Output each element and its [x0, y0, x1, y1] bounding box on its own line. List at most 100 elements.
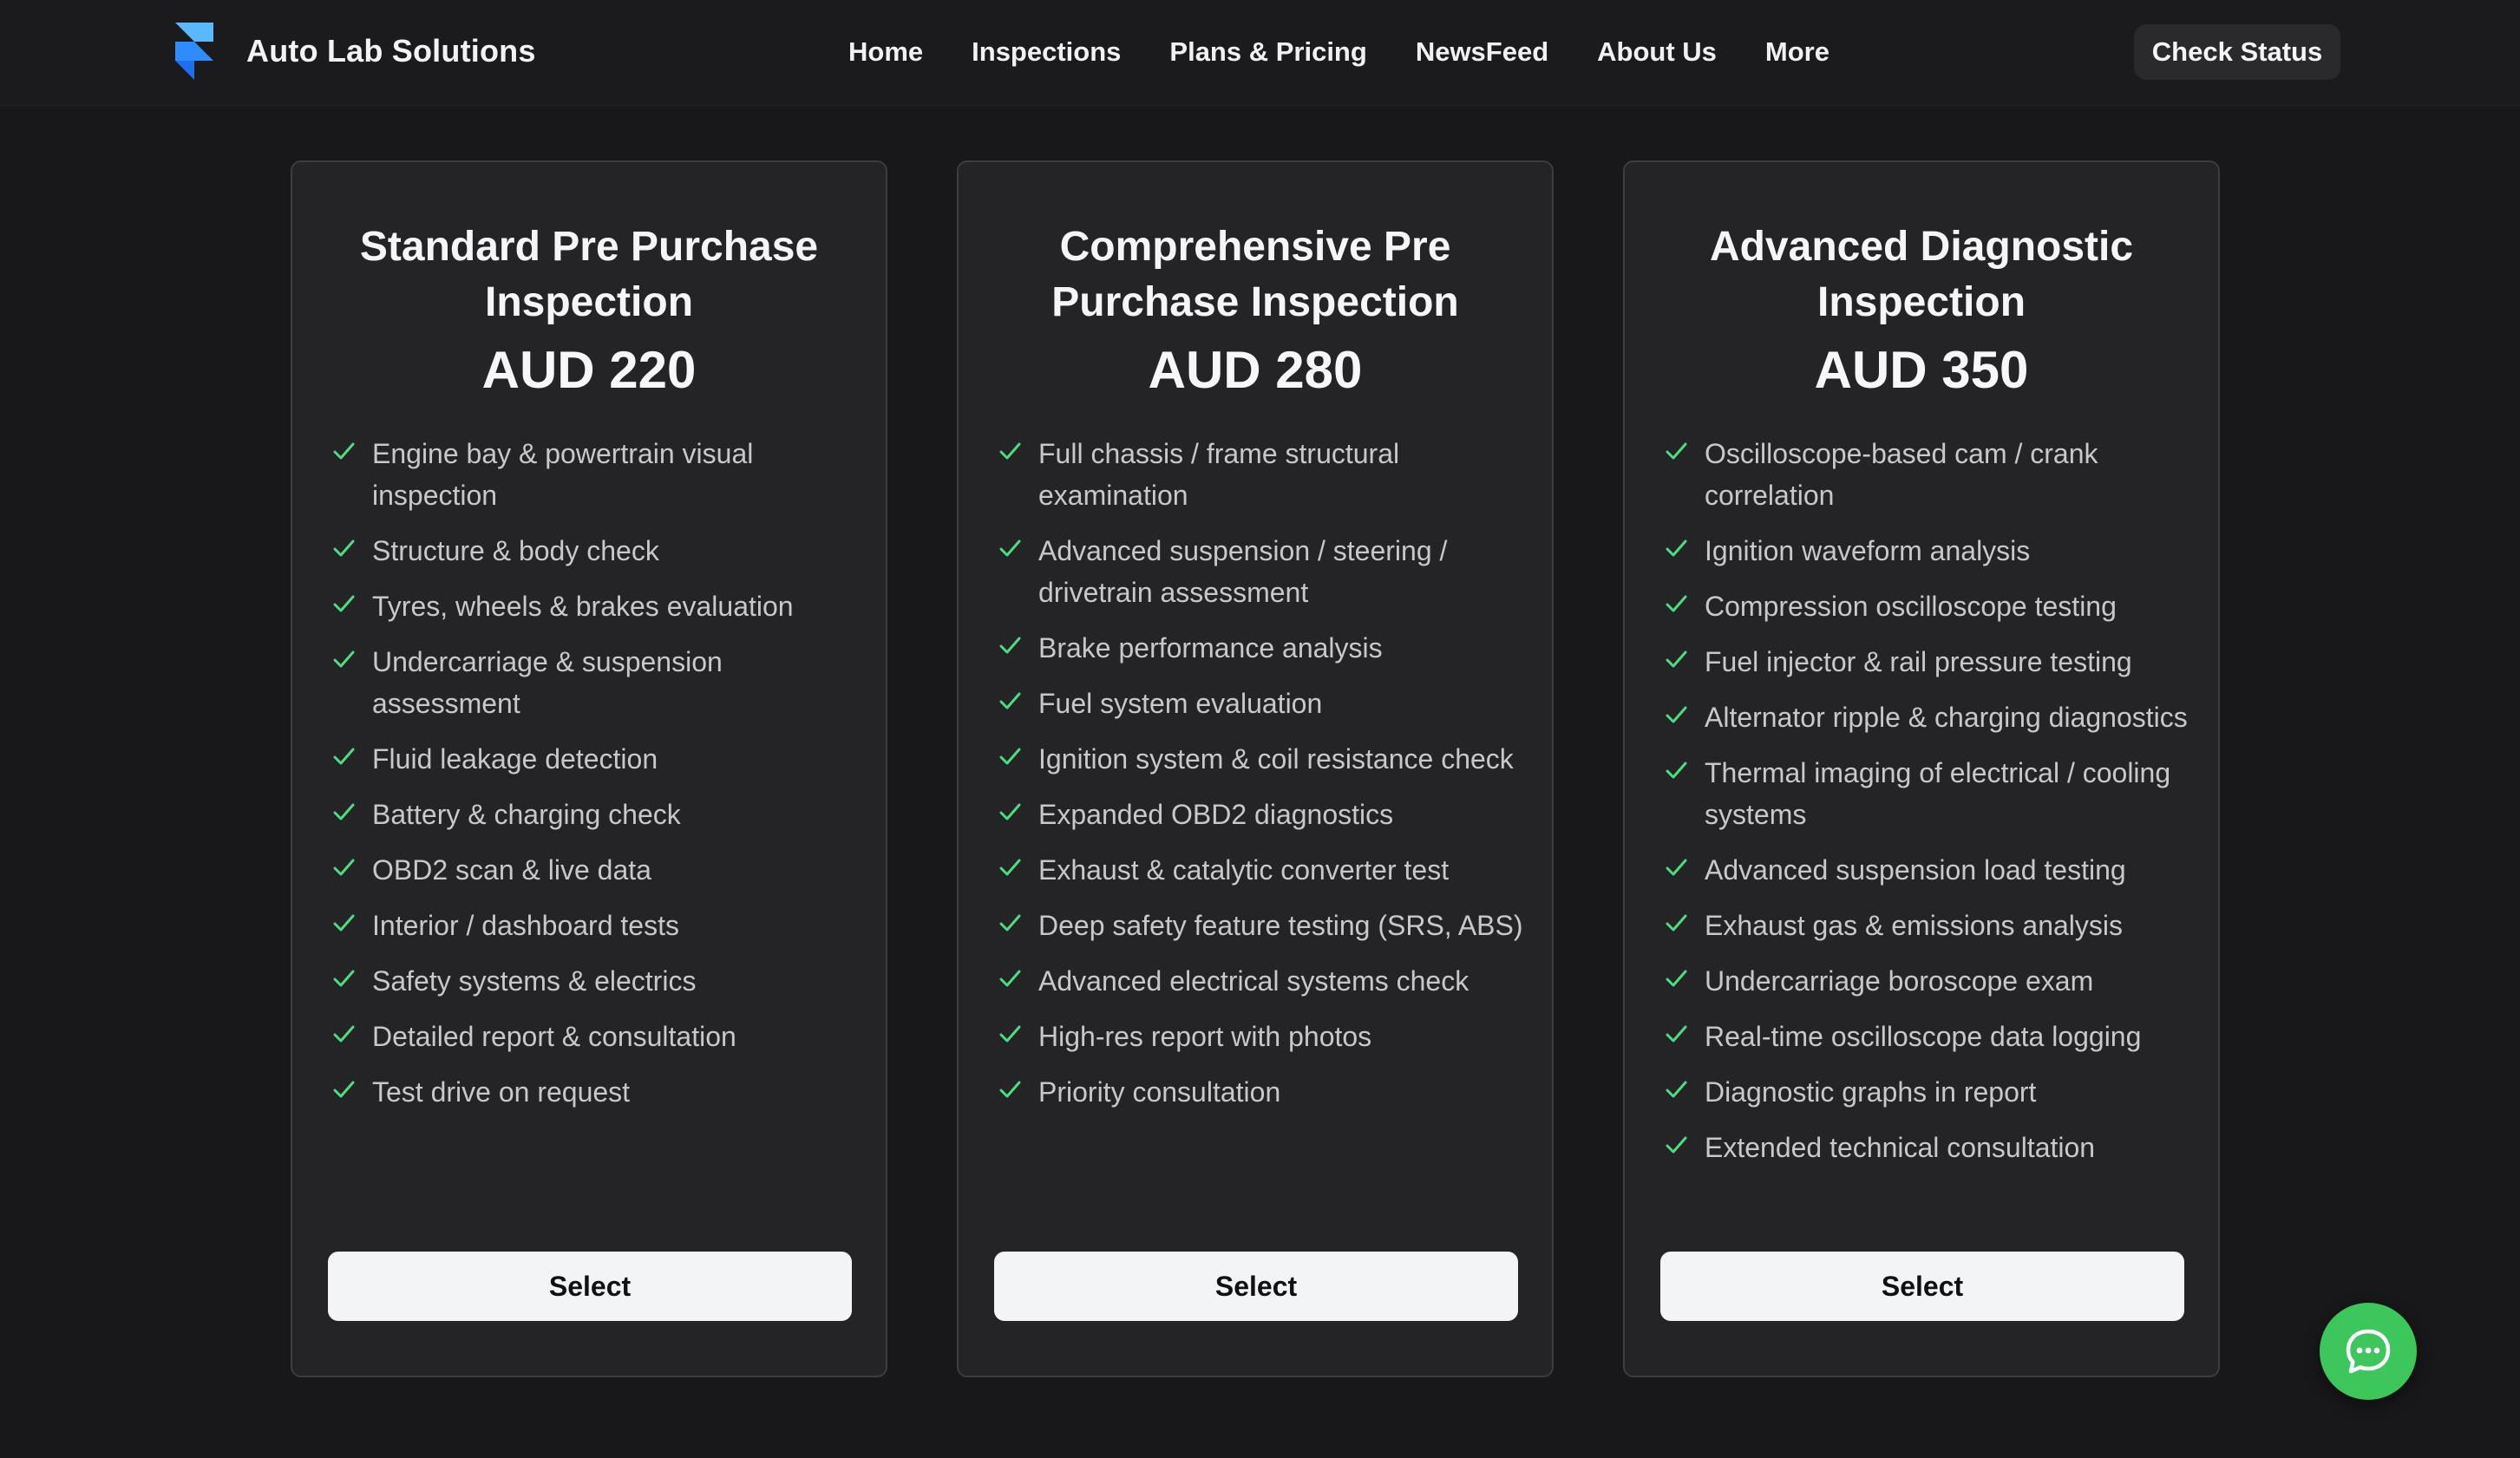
check-icon: [1663, 585, 1691, 627]
select-plan-button[interactable]: Select: [328, 1252, 852, 1321]
plan-feature-item: Detailed report & consultation: [331, 1016, 860, 1057]
plan-feature-item: Fuel system evaluation: [997, 683, 1526, 724]
nav-inspections[interactable]: Inspections: [972, 36, 1121, 68]
check-icon: [1663, 530, 1691, 572]
plan-feature-item: Fuel injector & rail pressure testing: [1663, 641, 2192, 683]
check-icon: [1663, 641, 1691, 683]
plan-feature-text: Extended technical consultation: [1705, 1132, 2096, 1163]
check-icon: [331, 905, 358, 946]
plan-feature-text: Exhaust & catalytic converter test: [1038, 854, 1450, 886]
check-icon: [1663, 1127, 1691, 1168]
plan-feature-text: Detailed report & consultation: [372, 1021, 736, 1052]
plan-feature-item: Compression oscilloscope testing: [1663, 585, 2192, 627]
plan-feature-text: Advanced suspension / steering / drivetr…: [1038, 535, 1448, 608]
chat-button[interactable]: [2320, 1303, 2417, 1400]
plan-card-comprehensive: Comprehensive Pre Purchase Inspection AU…: [957, 160, 1554, 1377]
check-icon: [997, 683, 1024, 724]
plan-feature-item: Brake performance analysis: [997, 627, 1526, 669]
plan-feature-text: Undercarriage boroscope exam: [1705, 965, 2094, 997]
pricing-page: Auto Lab Solutions Home Inspections Plan…: [0, 0, 2520, 1458]
plan-feature-text: Ignition waveform analysis: [1705, 535, 2031, 566]
plan-card-standard: Standard Pre Purchase Inspection AUD 220…: [291, 160, 887, 1377]
nav-newsfeed[interactable]: NewsFeed: [1416, 36, 1548, 68]
check-icon: [997, 849, 1024, 891]
plan-feature-item: Fluid leakage detection: [331, 738, 860, 780]
plan-feature-text: Ignition system & coil resistance check: [1038, 743, 1514, 775]
plan-feature-item: Extended technical consultation: [1663, 1127, 2192, 1168]
check-icon: [331, 849, 358, 891]
plan-feature-text: Exhaust gas & emissions analysis: [1705, 910, 2123, 941]
plan-title: Standard Pre Purchase Inspection: [359, 224, 819, 325]
plan-feature-item: Ignition waveform analysis: [1663, 530, 2192, 572]
check-icon: [1663, 960, 1691, 1002]
check-icon: [1663, 752, 1691, 794]
check-icon: [331, 738, 358, 780]
check-icon: [331, 585, 358, 627]
check-icon: [997, 905, 1024, 946]
check-icon: [331, 1016, 358, 1057]
plan-feature-text: Fluid leakage detection: [372, 743, 658, 775]
check-icon: [997, 794, 1024, 835]
plan-feature-item: Ignition system & coil resistance check: [997, 738, 1526, 780]
check-icon: [331, 530, 358, 572]
check-icon: [997, 738, 1024, 780]
plan-feature-item: Alternator ripple & charging diagnostics: [1663, 696, 2192, 738]
framer-logo-icon: [175, 23, 213, 80]
plan-feature-text: Thermal imaging of electrical / cooling …: [1705, 757, 2171, 830]
check-status-button[interactable]: Check Status: [2134, 24, 2340, 80]
plan-feature-item: High-res report with photos: [997, 1016, 1526, 1057]
plan-feature-item: Engine bay & powertrain visual inspectio…: [331, 433, 860, 516]
nav-plans-pricing[interactable]: Plans & Pricing: [1169, 36, 1366, 68]
plan-feature-text: Test drive on request: [372, 1076, 631, 1108]
check-icon: [331, 960, 358, 1002]
chat-bubble-icon: [2346, 1329, 2391, 1374]
plan-feature-text: Deep safety feature testing (SRS, ABS): [1038, 910, 1523, 941]
brand-name: Auto Lab Solutions: [246, 33, 536, 69]
check-icon: [1663, 1016, 1691, 1057]
plan-feature-text: Structure & body check: [372, 535, 659, 566]
plan-feature-item: Priority consultation: [997, 1071, 1526, 1113]
plan-feature-text: Alternator ripple & charging diagnostics: [1705, 702, 2188, 733]
check-icon: [331, 1071, 358, 1113]
plan-feature-text: Oscilloscope-based cam / crank correlati…: [1705, 438, 2098, 511]
plan-feature-item: Oscilloscope-based cam / crank correlati…: [1663, 433, 2192, 516]
plan-feature-item: Full chassis / frame structural examinat…: [997, 433, 1526, 516]
check-icon: [331, 433, 358, 474]
plan-feature-item: Exhaust & catalytic converter test: [997, 849, 1526, 891]
top-navbar: Auto Lab Solutions Home Inspections Plan…: [0, 0, 2520, 106]
plan-feature-list: Oscilloscope-based cam / crank correlati…: [1663, 433, 2192, 1182]
check-icon: [1663, 433, 1691, 474]
plan-feature-item: Deep safety feature testing (SRS, ABS): [997, 905, 1526, 946]
plan-feature-text: Engine bay & powertrain visual inspectio…: [372, 438, 754, 511]
check-icon: [997, 627, 1024, 669]
plan-title: Comprehensive Pre Purchase Inspection: [1051, 224, 1459, 325]
plan-feature-item: Battery & charging check: [331, 794, 860, 835]
plan-feature-text: High-res report with photos: [1038, 1021, 1372, 1052]
brand[interactable]: Auto Lab Solutions: [175, 21, 536, 82]
plan-feature-text: Battery & charging check: [372, 799, 681, 830]
plan-feature-text: Advanced electrical systems check: [1038, 965, 1469, 997]
check-icon: [997, 1071, 1024, 1113]
plan-feature-item: Exhaust gas & emissions analysis: [1663, 905, 2192, 946]
nav-about-us[interactable]: About Us: [1597, 36, 1717, 68]
check-icon: [1663, 905, 1691, 946]
check-icon: [997, 530, 1024, 572]
plan-feature-item: Interior / dashboard tests: [331, 905, 860, 946]
plan-price: AUD 220: [481, 341, 697, 399]
nav-more[interactable]: More: [1765, 36, 1829, 68]
plan-feature-item: Advanced suspension load testing: [1663, 849, 2192, 891]
check-icon: [997, 960, 1024, 1002]
plan-feature-text: OBD2 scan & live data: [372, 854, 651, 886]
plan-feature-text: Advanced suspension load testing: [1705, 854, 2126, 886]
plan-price: AUD 350: [1814, 341, 2029, 399]
plan-feature-item: Test drive on request: [331, 1071, 860, 1113]
plan-feature-text: Undercarriage & suspension assessment: [372, 646, 723, 719]
check-icon: [997, 1016, 1024, 1057]
plan-feature-text: Brake performance analysis: [1038, 632, 1383, 664]
nav-home[interactable]: Home: [848, 36, 923, 68]
plan-price: AUD 280: [1148, 341, 1363, 399]
plan-feature-text: Fuel injector & rail pressure testing: [1705, 646, 2132, 677]
plan-feature-item: Advanced suspension / steering / drivetr…: [997, 530, 1526, 613]
select-plan-button[interactable]: Select: [1660, 1252, 2184, 1321]
select-plan-button[interactable]: Select: [994, 1252, 1518, 1321]
